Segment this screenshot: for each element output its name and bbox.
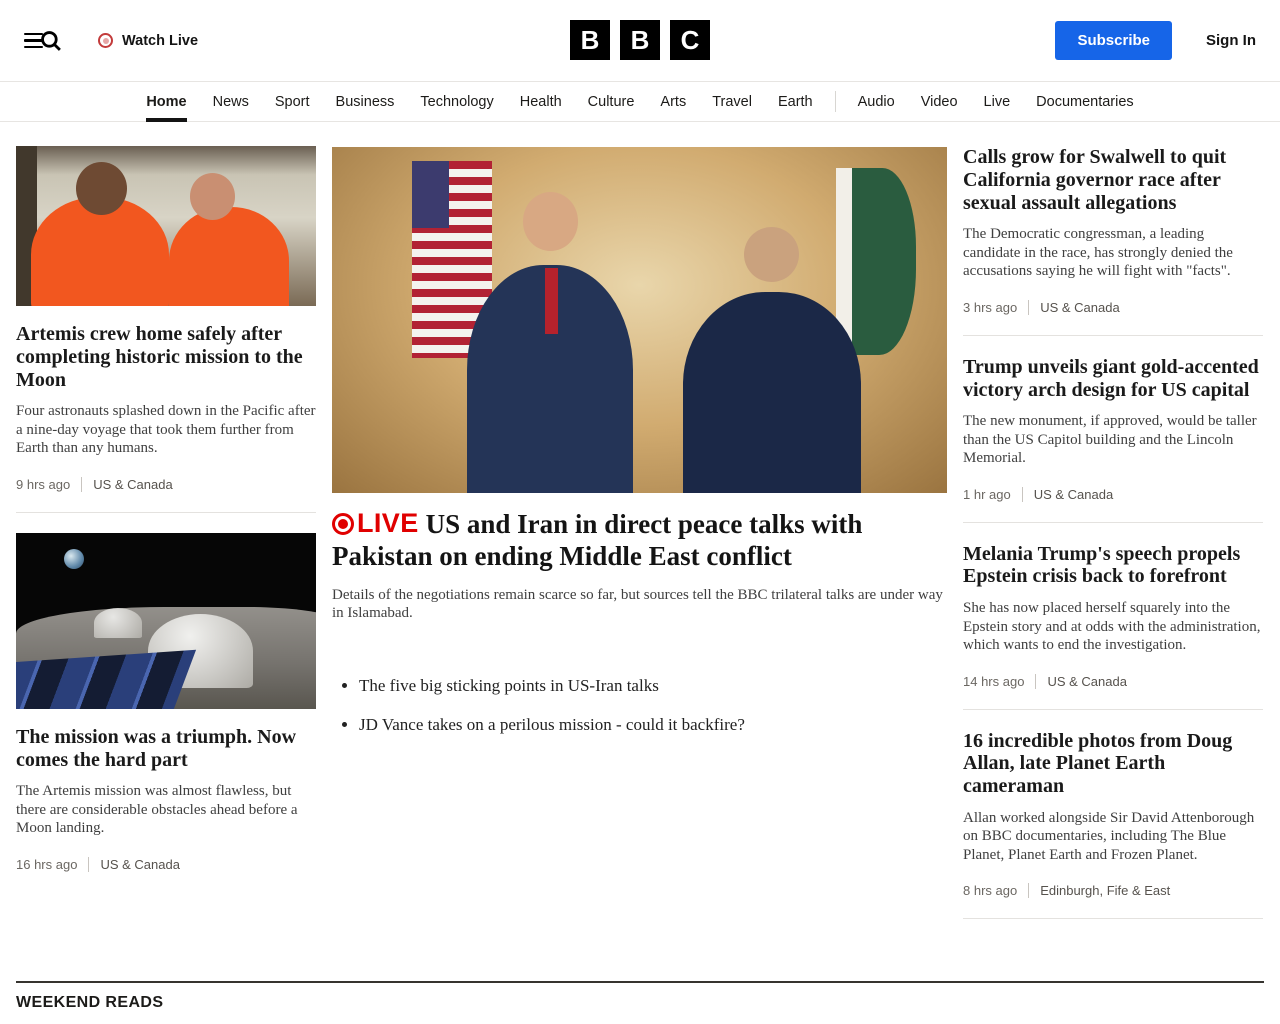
- bbc-homepage: Watch Live B B C Subscribe Sign In Home …: [0, 0, 1280, 1024]
- bbc-logo-letter: B: [620, 20, 660, 60]
- center-column: LIVEUS and Iran in direct peace talks wi…: [332, 147, 947, 939]
- article-summary: Allan worked alongside Sir David Attenbo…: [963, 809, 1263, 864]
- article-meta: 1 hr ago US & Canada: [963, 487, 1263, 502]
- nav-item-audio[interactable]: Audio: [845, 82, 908, 121]
- section-tag-link[interactable]: Edinburgh, Fife & East: [1028, 883, 1170, 898]
- article-swalwell: Calls grow for Swalwell to quit Californ…: [963, 146, 1263, 315]
- timestamp: 8 hrs ago: [963, 883, 1017, 898]
- related-links: The five big sticking points in US-Iran …: [332, 676, 947, 735]
- article-headline[interactable]: 16 incredible photos from Doug Allan, la…: [963, 730, 1263, 798]
- nav-item-news[interactable]: News: [200, 82, 262, 121]
- related-link[interactable]: The five big sticking points in US-Iran …: [359, 676, 947, 696]
- article-headline[interactable]: Calls grow for Swalwell to quit Californ…: [963, 146, 1263, 214]
- moon-base-image[interactable]: [16, 533, 316, 709]
- menu-search-button[interactable]: [24, 28, 64, 54]
- timestamp: 14 hrs ago: [963, 674, 1024, 689]
- nav-item-sport[interactable]: Sport: [262, 82, 323, 121]
- nav-item-home[interactable]: Home: [133, 82, 199, 121]
- article-artemis-crew: Artemis crew home safely after completin…: [16, 146, 316, 492]
- top-bar: Watch Live B B C Subscribe Sign In: [0, 0, 1280, 81]
- article-meta: 9 hrs ago US & Canada: [16, 477, 316, 492]
- section-tag-link[interactable]: US & Canada: [1022, 487, 1114, 502]
- primary-nav: Home News Sport Business Technology Heal…: [0, 81, 1280, 122]
- bbc-logo-letter: B: [570, 20, 610, 60]
- section-tag-link[interactable]: US & Canada: [1035, 674, 1127, 689]
- article-headline[interactable]: Melania Trump's speech propels Epstein c…: [963, 543, 1263, 589]
- article-mission-triumph: The mission was a triumph. Now comes the…: [16, 533, 316, 872]
- artemis-crew-image[interactable]: [16, 146, 316, 306]
- nav-item-live[interactable]: Live: [971, 82, 1024, 121]
- article-doug-allan: 16 incredible photos from Doug Allan, la…: [963, 730, 1263, 899]
- nav-item-arts[interactable]: Arts: [647, 82, 699, 121]
- nav-item-culture[interactable]: Culture: [575, 82, 648, 121]
- subscribe-button[interactable]: Subscribe: [1055, 21, 1172, 60]
- nav-item-earth[interactable]: Earth: [765, 82, 826, 121]
- article-divider: [963, 335, 1263, 336]
- article-divider: [963, 709, 1263, 710]
- live-label: LIVE: [357, 508, 419, 540]
- timestamp: 3 hrs ago: [963, 300, 1017, 315]
- section-tag-link[interactable]: US & Canada: [88, 857, 180, 872]
- article-meta: 8 hrs ago Edinburgh, Fife & East: [963, 883, 1263, 898]
- article-divider: [963, 918, 1263, 919]
- timestamp: 16 hrs ago: [16, 857, 77, 872]
- nav-item-technology[interactable]: Technology: [407, 82, 506, 121]
- article-victory-arch: Trump unveils giant gold-accented victor…: [963, 356, 1263, 502]
- weekend-reads-section: WEEKEND READS: [0, 981, 1280, 1024]
- article-headline[interactable]: Artemis crew home safely after completin…: [16, 323, 316, 391]
- watch-live-label: Watch Live: [122, 33, 198, 49]
- article-summary: Four astronauts splashed down in the Pac…: [16, 402, 316, 457]
- article-divider: [963, 522, 1263, 523]
- search-icon: [38, 28, 64, 54]
- section-tag-link[interactable]: US & Canada: [1028, 300, 1120, 315]
- watch-live-link[interactable]: Watch Live: [98, 33, 198, 49]
- lead-summary: Details of the negotiations remain scarc…: [332, 586, 947, 623]
- nav-item-business[interactable]: Business: [323, 82, 408, 121]
- article-headline[interactable]: Trump unveils giant gold-accented victor…: [963, 356, 1263, 402]
- live-badge: LIVE: [332, 508, 419, 540]
- timestamp: 1 hr ago: [963, 487, 1011, 502]
- bbc-logo-letter: C: [670, 20, 710, 60]
- article-melania-epstein: Melania Trump's speech propels Epstein c…: [963, 543, 1263, 689]
- right-column: Calls grow for Swalwell to quit Californ…: [963, 146, 1263, 939]
- left-column: Artemis crew home safely after completin…: [16, 146, 316, 939]
- nav-item-health[interactable]: Health: [507, 82, 575, 121]
- article-meta: 14 hrs ago US & Canada: [963, 674, 1263, 689]
- bbc-logo[interactable]: B B C: [570, 20, 710, 60]
- top-stories-grid: Artemis crew home safely after completin…: [0, 122, 1280, 939]
- nav-item-travel[interactable]: Travel: [699, 82, 765, 121]
- article-meta: 16 hrs ago US & Canada: [16, 857, 316, 872]
- nav-item-documentaries[interactable]: Documentaries: [1023, 82, 1147, 121]
- timestamp: 9 hrs ago: [16, 477, 70, 492]
- live-ring-icon: [98, 33, 113, 48]
- sign-in-link[interactable]: Sign In: [1206, 32, 1256, 49]
- article-headline[interactable]: The mission was a triumph. Now comes the…: [16, 726, 316, 772]
- section-rule: [16, 981, 1264, 983]
- article-summary: She has now placed herself squarely into…: [963, 599, 1263, 654]
- related-link[interactable]: JD Vance takes on a perilous mission - c…: [359, 715, 947, 735]
- section-tag-link[interactable]: US & Canada: [81, 477, 173, 492]
- nav-item-video[interactable]: Video: [908, 82, 971, 121]
- live-dot-icon: [332, 513, 354, 535]
- article-summary: The Artemis mission was almost flawless,…: [16, 782, 316, 837]
- section-title: WEEKEND READS: [16, 994, 1264, 1012]
- article-divider: [16, 512, 316, 513]
- vance-sharif-handshake-image[interactable]: [332, 147, 947, 493]
- pakistan-flag: [836, 168, 916, 355]
- lead-headline[interactable]: LIVEUS and Iran in direct peace talks wi…: [332, 508, 947, 573]
- nav-divider: [835, 91, 836, 112]
- article-summary: The new monument, if approved, would be …: [963, 412, 1263, 467]
- article-meta: 3 hrs ago US & Canada: [963, 300, 1263, 315]
- article-summary: The Democratic congressman, a leading ca…: [963, 225, 1263, 280]
